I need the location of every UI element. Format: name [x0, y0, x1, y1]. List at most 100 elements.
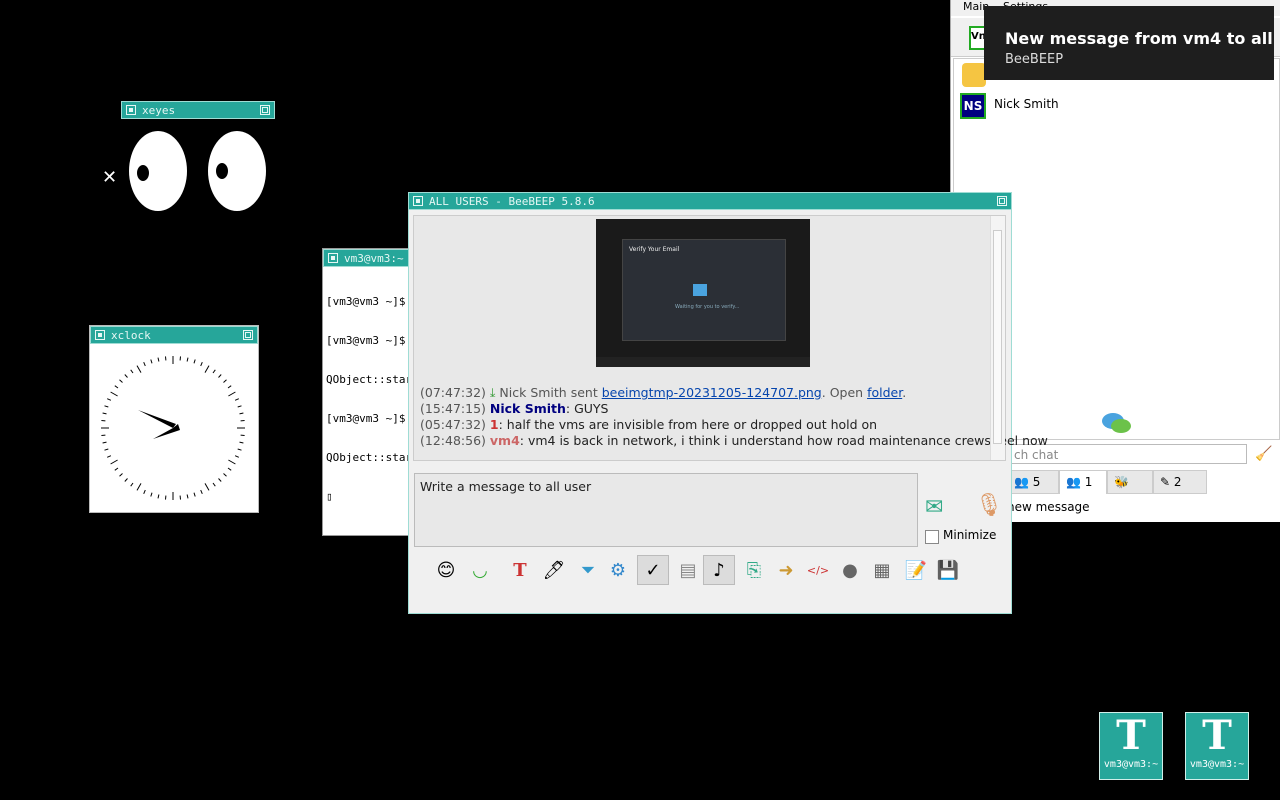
- msg-text: . Open: [821, 385, 868, 400]
- chat-toolbar: 😊 ◡ T 🖊 ⏷ ⚙ ✓ ▤ ♪ ⎘ ➜ </> ● ▦ 📝 💾: [417, 555, 1007, 589]
- clock-tick: [218, 478, 222, 482]
- clock-tick: [204, 483, 210, 491]
- group-icon[interactable]: [962, 63, 986, 87]
- iconify-icon[interactable]: [95, 330, 105, 340]
- clock-tick: [200, 489, 203, 494]
- clock-tick: [212, 369, 216, 374]
- xclock-window: xclock: [89, 325, 259, 513]
- filter-icon[interactable]: ⏷: [573, 555, 603, 585]
- clock-tick: [223, 379, 227, 383]
- clock-tick: [143, 489, 146, 494]
- clock-tick: [239, 441, 244, 444]
- conversation-view[interactable]: Verify Your Email Waiting for you to ver…: [413, 215, 1048, 461]
- send-folder-icon[interactable]: ➜: [771, 555, 801, 585]
- save-icon[interactable]: 💾: [933, 555, 963, 585]
- chat-titlebar[interactable]: ALL USERS - BeeBEEP 5.8.6: [408, 192, 1012, 210]
- folder-link[interactable]: folder: [867, 385, 902, 400]
- window-title: xclock: [111, 329, 151, 342]
- msg-text: : vm4 is back in network, i think i unde…: [519, 433, 1048, 448]
- notification-popup[interactable]: New message from vm4 to all BeeBEEP: [984, 6, 1274, 80]
- clock-tick: [228, 391, 236, 397]
- html-icon[interactable]: </>: [803, 555, 833, 585]
- verify-caption: Waiting for you to verify...: [675, 304, 740, 310]
- tab-users[interactable]: 👥 5: [1007, 470, 1059, 494]
- clock-tick: [110, 391, 118, 397]
- msg-sender[interactable]: vm4: [490, 433, 520, 448]
- clock-tick: [102, 412, 107, 415]
- chat-message: (15:47:15) Nick Smith: GUYS: [420, 401, 609, 416]
- hour-hand: [138, 410, 176, 428]
- beebeep-chat-window: ALL USERS - BeeBEEP 5.8.6 Verify Your Em…: [408, 192, 1048, 614]
- scroll-thumb[interactable]: [993, 230, 1002, 444]
- microphone-icon[interactable]: 🎙: [975, 493, 1003, 518]
- left-pupil: [137, 165, 149, 181]
- clock-tick: [124, 478, 128, 482]
- xclock-titlebar[interactable]: xclock: [90, 326, 258, 344]
- screenshot-image[interactable]: Verify Your Email Waiting for you to ver…: [596, 219, 810, 367]
- msg-time: (15:47:15): [420, 401, 486, 416]
- notes-icon[interactable]: 📝: [901, 555, 931, 585]
- clock-tick: [102, 441, 107, 444]
- emoji-icon[interactable]: 😊: [431, 555, 461, 585]
- user-name[interactable]: Nick Smith: [994, 97, 1059, 111]
- music-note-icon[interactable]: ♪: [703, 555, 735, 585]
- iconified-label: vm3@vm3:~: [1189, 759, 1245, 770]
- verify-heading: Verify Your Email: [629, 246, 680, 253]
- clock-tick: [200, 362, 203, 367]
- clock-tick: [228, 459, 236, 465]
- spellcheck-icon[interactable]: ✓: [637, 555, 669, 585]
- clear-broom-icon[interactable]: 🧹: [1255, 446, 1272, 462]
- msg-text: Nick Smith sent: [499, 385, 602, 400]
- clock-tick: [212, 482, 216, 487]
- settings-gear-icon[interactable]: ⚙: [603, 555, 633, 585]
- left-eye: [129, 131, 187, 211]
- clock-tick: [104, 448, 109, 451]
- color-pick-icon[interactable]: 🖊: [539, 555, 569, 585]
- clock-tick: [130, 369, 134, 374]
- xeyes-titlebar[interactable]: xeyes: [121, 101, 275, 119]
- msg-sender[interactable]: 1: [490, 417, 499, 432]
- iconify-icon[interactable]: [126, 105, 136, 115]
- file-link[interactable]: beeimgtmp-20231205-124707.png: [602, 385, 822, 400]
- terminal-line: [vm3@vm3 ~]$ b: [326, 334, 419, 347]
- clock-tick: [136, 483, 142, 491]
- iconified-terminal[interactable]: T vm3@vm3:~: [1185, 712, 1249, 780]
- iconify-icon[interactable]: [328, 253, 338, 263]
- clock-tick: [234, 398, 239, 401]
- resize-icon[interactable]: [243, 330, 253, 340]
- clock-tick: [107, 455, 112, 458]
- minimize-checkbox[interactable]: [925, 530, 939, 544]
- clock-tick: [186, 357, 189, 362]
- avatar[interactable]: NS: [960, 93, 986, 119]
- quick-emoji-icon[interactable]: ◡: [465, 555, 495, 585]
- iconify-icon[interactable]: [413, 196, 423, 206]
- chat-bubbles-icon[interactable]: [1101, 411, 1133, 437]
- tab-groups[interactable]: 👥 1: [1059, 470, 1107, 494]
- font-icon[interactable]: T: [505, 555, 535, 585]
- msg-sender[interactable]: Nick Smith: [490, 401, 566, 416]
- iconified-terminal[interactable]: T vm3@vm3:~: [1099, 712, 1163, 780]
- window-title: ALL USERS - BeeBEEP 5.8.6: [429, 195, 595, 208]
- clock-tick: [227, 385, 232, 389]
- screenshot-icon[interactable]: ▦: [867, 555, 897, 585]
- send-file-icon[interactable]: ⎘: [739, 555, 769, 585]
- notification-title: New message from vm4 to all: [1005, 29, 1273, 48]
- send-icon[interactable]: ✉: [925, 495, 943, 520]
- clock-tick: [143, 362, 146, 367]
- message-input[interactable]: Write a message to all user: [414, 473, 918, 547]
- record-icon[interactable]: ●: [835, 555, 865, 585]
- conversation-scrollbar[interactable]: [990, 216, 1005, 460]
- clock-tick: [136, 365, 142, 373]
- resize-icon[interactable]: [260, 105, 270, 115]
- tab-chats[interactable]: 🐝: [1107, 470, 1153, 494]
- resize-icon[interactable]: [997, 196, 1007, 206]
- terminal-window[interactable]: vm3@vm3:~ [vm3@vm3 ~]$ b [vm3@vm3 ~]$ b …: [322, 248, 419, 536]
- tab-history[interactable]: ✎ 2: [1153, 470, 1207, 494]
- terminal-titlebar[interactable]: vm3@vm3:~: [323, 249, 413, 267]
- text-complete-icon[interactable]: ▤: [673, 555, 703, 585]
- tab-count: 2: [1173, 475, 1182, 489]
- msg-time: (07:47:32): [420, 385, 486, 400]
- clock-tick: [218, 374, 222, 378]
- terminal-icon: T: [1116, 712, 1146, 759]
- main-tabs: 👥 5 👥 1 🐝 ✎ 2: [1007, 470, 1267, 494]
